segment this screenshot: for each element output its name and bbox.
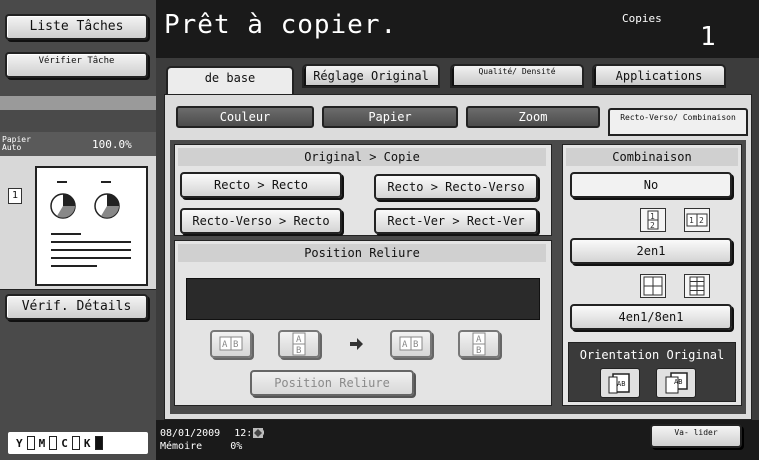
tab-basic[interactable]: de base bbox=[166, 66, 294, 96]
top-binding-icon-button[interactable]: A B bbox=[278, 330, 320, 358]
toner-k-bar bbox=[94, 436, 103, 450]
two-up-vertical-icon: 12 bbox=[640, 208, 666, 232]
arrow-right-icon bbox=[348, 336, 364, 352]
simplex-duplex-button[interactable]: Recto > Recto-Verso bbox=[374, 174, 538, 200]
page-preview-graphic bbox=[50, 181, 131, 267]
binding-header: Position Reliure bbox=[178, 244, 546, 262]
memory-value: 0% bbox=[230, 441, 243, 452]
two-up-horizontal-icon: 12 bbox=[684, 208, 710, 232]
subtab-color[interactable]: Couleur bbox=[176, 106, 314, 128]
date-text: 08/01/2009 bbox=[160, 428, 221, 439]
svg-text:A: A bbox=[222, 340, 228, 350]
toner-m-bar bbox=[49, 436, 58, 450]
job-list-button[interactable]: Liste Tâches bbox=[5, 14, 148, 40]
output-left-binding-icon-button[interactable]: A B bbox=[390, 330, 432, 358]
svg-text:B: B bbox=[233, 340, 238, 350]
output-top-binding-icon-button[interactable]: A B bbox=[458, 330, 500, 358]
four-up-grid-icon bbox=[640, 274, 666, 298]
combine-no-button[interactable]: No bbox=[570, 172, 732, 198]
binding-display bbox=[186, 278, 540, 320]
page-preview bbox=[35, 166, 148, 286]
subtab-paper[interactable]: Papier bbox=[322, 106, 458, 128]
duplex-header: Original > Copie bbox=[178, 148, 546, 166]
ab-vertical-output-icon: A B bbox=[472, 332, 486, 356]
left-binding-icon-button[interactable]: A B bbox=[210, 330, 252, 358]
toner-k-label: K bbox=[83, 436, 91, 450]
orientation-label: Orientation Original bbox=[579, 348, 725, 362]
duplex-duplex-button[interactable]: Rect-Ver > Rect-Ver bbox=[374, 208, 538, 234]
tab-quality-density[interactable]: Qualité/ Densité bbox=[450, 64, 584, 88]
svg-text:A: A bbox=[402, 340, 408, 350]
copies-label: Copies bbox=[622, 12, 662, 25]
toner-y-bar bbox=[26, 436, 35, 450]
simplex-simplex-button[interactable]: Recto > Recto bbox=[180, 172, 342, 198]
toner-c-bar bbox=[71, 436, 80, 450]
memory-status: Mémoire 0% bbox=[160, 441, 242, 452]
svg-text:1: 1 bbox=[689, 216, 694, 225]
eight-up-grid-icon bbox=[684, 274, 710, 298]
combine-4in1-8in1-button[interactable]: 4en1/8en1 bbox=[570, 304, 732, 330]
combine-header: Combinaison bbox=[566, 148, 738, 166]
validate-button[interactable]: Va- lider bbox=[650, 424, 742, 448]
subtab-zoom[interactable]: Zoom bbox=[466, 106, 600, 128]
subtab-duplex-combine[interactable]: Recto-Verso/ Combinaison bbox=[608, 108, 748, 136]
toner-indicator: Y M C K bbox=[8, 432, 148, 454]
toner-c-label: C bbox=[61, 436, 68, 450]
sidebar-divider bbox=[0, 96, 156, 110]
copies-count: 1 bbox=[700, 22, 716, 52]
svg-text:AB: AB bbox=[674, 378, 682, 386]
check-job-button[interactable]: Vérifier Tâche bbox=[5, 52, 148, 78]
orientation-portrait-button[interactable]: AB bbox=[600, 368, 640, 398]
ab-vertical-icon: A B bbox=[292, 332, 306, 356]
memory-label: Mémoire bbox=[160, 441, 203, 452]
ab-horizontal-icon: A B bbox=[219, 336, 243, 351]
tab-applications[interactable]: Applications bbox=[592, 64, 726, 88]
paper-label: Papier Auto bbox=[2, 135, 31, 152]
combine-2in1-button[interactable]: 2en1 bbox=[570, 238, 732, 264]
check-details-button[interactable]: Vérif. Détails bbox=[5, 294, 148, 320]
svg-text:A: A bbox=[476, 335, 482, 345]
network-icon bbox=[252, 424, 264, 438]
datetime: 08/01/2009 12:20 bbox=[160, 428, 264, 439]
landscape-original-icon: AB bbox=[665, 372, 688, 394]
page-number-icon: 1 bbox=[8, 188, 22, 204]
binding-position-button[interactable]: Position Reliure bbox=[250, 370, 414, 396]
svg-text:2: 2 bbox=[650, 221, 655, 230]
tab-original-settings[interactable]: Réglage Original bbox=[302, 64, 440, 88]
toner-m-label: M bbox=[38, 436, 46, 450]
portrait-original-icon: AB bbox=[608, 373, 630, 394]
svg-text:B: B bbox=[296, 346, 301, 356]
ab-horizontal-output-icon: A B bbox=[399, 336, 423, 351]
duplex-simplex-button[interactable]: Recto-Verso > Recto bbox=[180, 208, 342, 234]
svg-text:A: A bbox=[296, 335, 302, 345]
zoom-readout: 100.0% bbox=[92, 138, 132, 151]
svg-text:2: 2 bbox=[699, 216, 704, 225]
orientation-landscape-button[interactable]: AB bbox=[656, 368, 696, 398]
svg-text:AB: AB bbox=[617, 380, 625, 388]
svg-text:1: 1 bbox=[650, 212, 655, 221]
page-title: Prêt à copier. bbox=[164, 10, 398, 40]
svg-text:B: B bbox=[413, 340, 418, 350]
svg-text:B: B bbox=[476, 346, 481, 356]
toner-y-label: Y bbox=[16, 436, 23, 450]
